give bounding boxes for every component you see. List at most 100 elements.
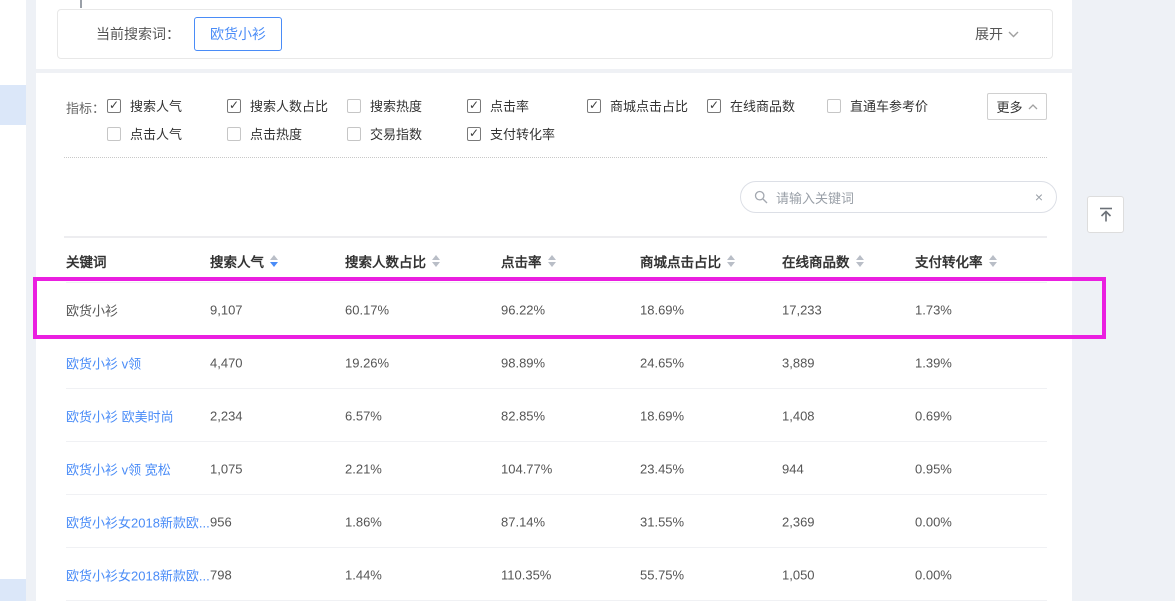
table-row: 欧货小衫 9,107 60.17% 96.22% 18.69% 17,233 1… [36, 283, 1072, 336]
table-row: 欧货小衫女2018新款欧... 956 1.86% 87.14% 31.55% … [36, 495, 1072, 548]
value-cell: 2.21% [345, 461, 382, 476]
back-to-top-button[interactable] [1087, 196, 1124, 233]
metric-label: 搜索热度 [370, 96, 422, 115]
search-icon [754, 190, 768, 204]
checkbox[interactable] [227, 99, 241, 113]
metric-label: 在线商品数 [730, 96, 795, 115]
sort-icon[interactable] [432, 255, 440, 267]
column-header-mall-click-share[interactable]: 商城点击占比 [640, 251, 735, 271]
expand-label: 展开 [975, 24, 1003, 44]
arrow-up-to-bar-icon [1096, 205, 1116, 225]
metric-checkbox-item[interactable]: 点击率 [467, 96, 587, 115]
metric-checkbox-item[interactable]: 交易指数 [347, 124, 467, 143]
value-cell: 0.00% [915, 514, 952, 529]
metric-checkbox-item[interactable]: 在线商品数 [707, 96, 827, 115]
metric-checkbox-item[interactable]: 搜索人数占比 [227, 96, 347, 115]
checkbox[interactable] [347, 127, 361, 141]
checkbox[interactable] [467, 99, 481, 113]
value-cell: 798 [210, 567, 232, 582]
keyword-link[interactable]: 欧货小衫 v领 宽松 [66, 459, 171, 478]
value-cell: 55.75% [640, 567, 684, 582]
value-cell: 956 [210, 514, 232, 529]
right-gutter [1072, 0, 1175, 601]
metric-label: 点击人气 [130, 124, 182, 143]
section-divider [36, 69, 1072, 73]
metrics-row-1: 搜索人气 搜索人数占比 搜索热度 点击率 商城点击占比 在线商品数 直通车参考价 [107, 96, 947, 115]
value-cell: 6.57% [345, 408, 382, 423]
keyword-link[interactable]: 欧货小衫女2018新款欧... [66, 565, 210, 584]
more-metrics-button[interactable]: 更多 [987, 93, 1047, 120]
sort-icon[interactable] [270, 255, 278, 267]
value-cell: 9,107 [210, 302, 243, 317]
value-cell: 1.39% [915, 355, 952, 370]
value-cell: 0.95% [915, 461, 952, 476]
value-cell: 18.69% [640, 302, 684, 317]
expand-toggle[interactable]: 展开 [975, 24, 1019, 44]
page: 当前搜索词： 欧货小衫 展开 指标： 搜索人气 搜索人数占比 搜索热度 点击率 [0, 0, 1175, 601]
checkbox[interactable] [107, 99, 121, 113]
sort-icon[interactable] [856, 255, 864, 267]
left-rail-highlight-top [0, 85, 26, 125]
search-term-button[interactable]: 欧货小衫 [194, 17, 282, 51]
left-rail-highlight-bottom [0, 579, 26, 601]
metric-checkbox-item[interactable]: 搜索热度 [347, 96, 467, 115]
value-cell: 104.77% [501, 461, 552, 476]
metric-label: 交易指数 [370, 124, 422, 143]
value-cell: 82.85% [501, 408, 545, 423]
left-gutter [26, 0, 36, 601]
keyword-link[interactable]: 欧货小衫 v领 [66, 353, 141, 372]
value-cell: 0.00% [915, 567, 952, 582]
sort-icon[interactable] [548, 255, 556, 267]
chevron-down-icon [1008, 31, 1019, 38]
column-header-ctr[interactable]: 点击率 [501, 251, 556, 271]
column-header-conversion[interactable]: 支付转化率 [915, 251, 997, 271]
checkbox[interactable] [227, 127, 241, 141]
metric-checkbox-item[interactable]: 支付转化率 [467, 124, 587, 143]
value-cell: 96.22% [501, 302, 545, 317]
column-header-searcher-share[interactable]: 搜索人数占比 [345, 251, 440, 271]
table-row: 欧货小衫 v领 4,470 19.26% 98.89% 24.65% 3,889… [36, 336, 1072, 389]
value-cell: 31.55% [640, 514, 684, 529]
checkbox[interactable] [707, 99, 721, 113]
keyword-search-box[interactable]: 请输入关键词 × [740, 181, 1057, 213]
metric-checkbox-item[interactable]: 直通车参考价 [827, 96, 947, 115]
keyword-cell: 欧货小衫 [66, 300, 118, 319]
sort-icon[interactable] [727, 255, 735, 267]
current-search-card: 当前搜索词： 欧货小衫 展开 [57, 9, 1053, 59]
keyword-link[interactable]: 欧货小衫女2018新款欧... [66, 512, 210, 531]
column-header-search-popularity[interactable]: 搜索人气 [210, 251, 278, 271]
checkbox[interactable] [347, 99, 361, 113]
checkbox[interactable] [467, 127, 481, 141]
table-row: 欧货小衫女2018新款欧... 798 1.44% 110.35% 55.75%… [36, 548, 1072, 601]
metric-checkbox-item[interactable]: 搜索人气 [107, 96, 227, 115]
value-cell: 19.26% [345, 355, 389, 370]
value-cell: 1.44% [345, 567, 382, 582]
search-input-placeholder[interactable]: 请输入关键词 [776, 188, 1027, 207]
sort-icon[interactable] [989, 255, 997, 267]
metric-label: 搜索人数占比 [250, 96, 328, 115]
value-cell: 24.65% [640, 355, 684, 370]
value-cell: 0.69% [915, 408, 952, 423]
metric-label: 直通车参考价 [850, 96, 928, 115]
value-cell: 2,369 [782, 514, 815, 529]
value-cell: 98.89% [501, 355, 545, 370]
value-cell: 110.35% [501, 567, 551, 582]
value-cell: 18.69% [640, 408, 684, 423]
value-cell: 60.17% [345, 302, 389, 317]
current-search-label: 当前搜索词： [96, 24, 180, 44]
keyword-table: 关键词 搜索人气 搜索人数占比 点击率 商城点击占比 在线商品数 [36, 238, 1072, 601]
metrics-row-2: 点击人气 点击热度 交易指数 支付转化率 [107, 124, 587, 143]
clear-search-icon[interactable]: × [1035, 190, 1043, 204]
table-row: 欧货小衫 欧美时尚 2,234 6.57% 82.85% 18.69% 1,40… [36, 389, 1072, 442]
checkbox[interactable] [827, 99, 841, 113]
chevron-up-icon [1028, 104, 1038, 110]
metric-checkbox-item[interactable]: 点击人气 [107, 124, 227, 143]
checkbox[interactable] [107, 127, 121, 141]
column-header-online-products[interactable]: 在线商品数 [782, 251, 864, 271]
value-cell: 1.86% [345, 514, 382, 529]
metric-checkbox-item[interactable]: 商城点击占比 [587, 96, 707, 115]
metric-checkbox-item[interactable]: 点击热度 [227, 124, 347, 143]
checkbox[interactable] [587, 99, 601, 113]
value-cell: 944 [782, 461, 804, 476]
keyword-link[interactable]: 欧货小衫 欧美时尚 [66, 406, 174, 425]
